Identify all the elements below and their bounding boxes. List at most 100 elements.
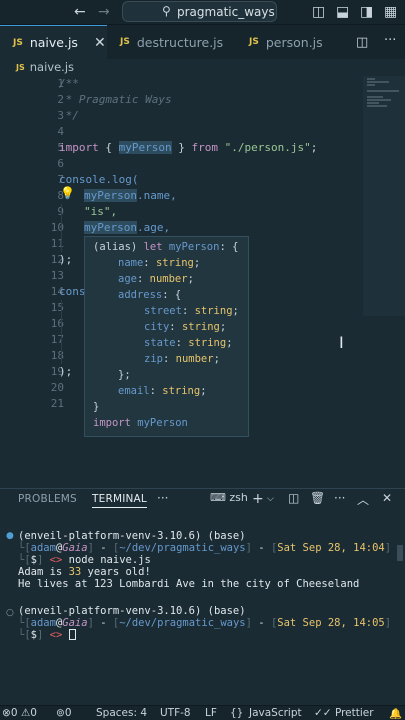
line-number: 8 <box>57 189 64 202</box>
tab-naive-js[interactable]: JS naive.js ✕ <box>0 25 107 59</box>
javascript-file-icon: JS <box>249 37 259 47</box>
code-line: myPerson.age, <box>84 221 171 234</box>
toggle-panel-icon[interactable]: ⬓ <box>336 2 349 22</box>
back-arrow-icon[interactable]: ← <box>74 2 86 22</box>
command-status-icon: ● <box>6 531 14 541</box>
tab-terminal[interactable]: TERMINAL <box>92 493 147 508</box>
hover-field: address: { <box>118 289 182 301</box>
line-number: 9 <box>30 204 64 220</box>
code-line: ); <box>59 253 73 266</box>
warning-icon: ⚠ <box>20 707 31 719</box>
forward-arrow-icon[interactable]: → <box>98 2 110 22</box>
line-number: 20 <box>50 381 64 394</box>
indent-guide <box>61 300 62 364</box>
code-line: */ <box>59 109 79 122</box>
language-status[interactable]: JavaScript <box>249 707 302 719</box>
hover-field: street: string; <box>144 305 239 317</box>
breadcrumb[interactable]: JS naive.js <box>16 59 74 75</box>
toggle-primary-sidebar-icon[interactable]: ◫ <box>312 2 325 22</box>
notifications-icon[interactable]: 🔔 <box>389 707 402 720</box>
terminal-shell-selector[interactable]: ⌨ zsh <box>210 491 248 504</box>
terminal-input-line[interactable]: └[$] <> <box>18 629 76 641</box>
panel-more-icon[interactable]: ··· <box>157 491 168 505</box>
line-number: 10 <box>50 221 64 234</box>
formatter-status[interactable]: ✓✓ Prettier <box>314 707 374 719</box>
minimap-line <box>367 84 375 86</box>
hover-field: city: string; <box>144 321 227 333</box>
command-status-icon: ○ <box>6 608 14 618</box>
terminal-line: (enveil-platform-venv-3.10.6) (base) <box>18 530 246 542</box>
toggle-secondary-sidebar-icon[interactable]: ◨ <box>360 2 373 22</box>
encoding-status[interactable]: UTF-8 <box>160 707 191 719</box>
minimap-line <box>367 102 379 104</box>
problems-status[interactable]: ⊗0 ⚠0 <box>2 707 37 719</box>
line-number: 21 <box>50 397 64 410</box>
editor-tabs: JS naive.js ✕ JS destructure.js JS perso… <box>0 25 405 59</box>
indent-guide <box>61 204 62 252</box>
command-center-search[interactable]: ⚲ pragmatic_ways <box>122 1 277 22</box>
hover-import: import myPerson <box>93 417 188 429</box>
hover-field: email: string; <box>118 385 207 397</box>
mouse-cursor-icon: Ⅰ <box>339 333 344 352</box>
lightbulb-icon[interactable]: 💡 <box>60 186 75 200</box>
title-bar: ← → ⚲ pragmatic_ways ◫ ⬓ ◨ ▦ <box>0 0 405 25</box>
hover-brace: }; <box>118 369 131 381</box>
code-line: ); <box>59 365 73 378</box>
minimap-line <box>367 96 383 98</box>
workspace-name: pragmatic_ways <box>177 5 275 19</box>
antenna-icon: ⊚ <box>56 707 65 719</box>
javascript-file-icon: JS <box>13 37 23 48</box>
minimap-line <box>367 78 375 80</box>
minimap[interactable] <box>363 76 405 316</box>
terminal-line: └[$] <> node naive.js <box>18 554 151 566</box>
line-number: 4 <box>57 125 64 138</box>
close-panel-icon[interactable]: ✕ <box>382 491 392 505</box>
terminal-line: Adam is 33 years old! <box>18 566 151 578</box>
ports-status[interactable]: ⊚0 <box>56 707 72 719</box>
minimap-line <box>367 105 387 107</box>
terminal-line: └[adam@Gaia] - [~/dev/pragmatic_ways] - … <box>18 542 392 554</box>
minimap-line <box>367 81 389 83</box>
line-number: 17 <box>50 333 64 346</box>
bottom-panel: PROBLEMS TERMINAL ··· ⌨ zsh + ⌵ ◫ 🗑 ··· … <box>0 488 405 706</box>
tab-destructure-js[interactable]: JS destructure.js <box>107 25 239 59</box>
code-line: myPerson.name, <box>84 189 177 202</box>
code-line: import { myPerson } from "./person.js"; <box>59 141 318 154</box>
status-bar: ⊗0 ⚠0 ⊚0 Spaces: 4 UTF-8 LF {} JavaScrip… <box>0 705 405 720</box>
chevron-down-icon[interactable]: ⌵ <box>267 494 274 504</box>
terminal-scrollbar[interactable] <box>397 545 403 561</box>
breadcrumb-file: naive.js <box>29 60 75 74</box>
line-number: 11 <box>50 237 64 250</box>
customize-layout-icon[interactable]: ▦ <box>384 2 397 22</box>
braces-icon[interactable]: {} <box>230 707 243 719</box>
hover-field: age: number; <box>118 273 194 285</box>
close-icon[interactable]: ✕ <box>94 35 106 51</box>
minimap-line <box>367 90 399 92</box>
new-terminal-icon[interactable]: + <box>252 491 264 507</box>
minimap-line <box>367 99 391 101</box>
tab-problems[interactable]: PROBLEMS <box>18 493 77 505</box>
terminal-cursor <box>68 629 76 640</box>
search-icon: ⚲ <box>162 4 171 18</box>
line-number: 16 <box>50 317 64 330</box>
split-terminal-icon[interactable]: ◫ <box>288 491 299 505</box>
javascript-file-icon: JS <box>16 62 25 72</box>
hover-brace: } <box>93 401 100 413</box>
line-number: 6 <box>57 157 64 170</box>
line-number: 18 <box>50 349 64 362</box>
panel-more-actions-icon[interactable]: ··· <box>334 491 345 505</box>
split-editor-icon[interactable]: ◫ <box>356 35 368 50</box>
line-number: 15 <box>50 301 64 314</box>
code-line: "is", <box>84 205 118 218</box>
indentation-status[interactable]: Spaces: 4 <box>96 707 147 719</box>
hover-field: state: string; <box>144 337 233 349</box>
double-check-icon: ✓✓ <box>314 707 332 719</box>
trash-icon[interactable]: 🗑 <box>310 491 325 505</box>
tab-person-js[interactable]: JS person.js <box>239 25 349 59</box>
code-line: /** <box>59 77 79 90</box>
chevron-up-icon[interactable]: ︿ <box>357 491 369 508</box>
eol-status[interactable]: LF <box>205 707 217 719</box>
tab-label: destructure.js <box>136 34 224 50</box>
more-actions-icon[interactable]: ··· <box>384 33 396 48</box>
code-line: cons <box>59 285 86 298</box>
